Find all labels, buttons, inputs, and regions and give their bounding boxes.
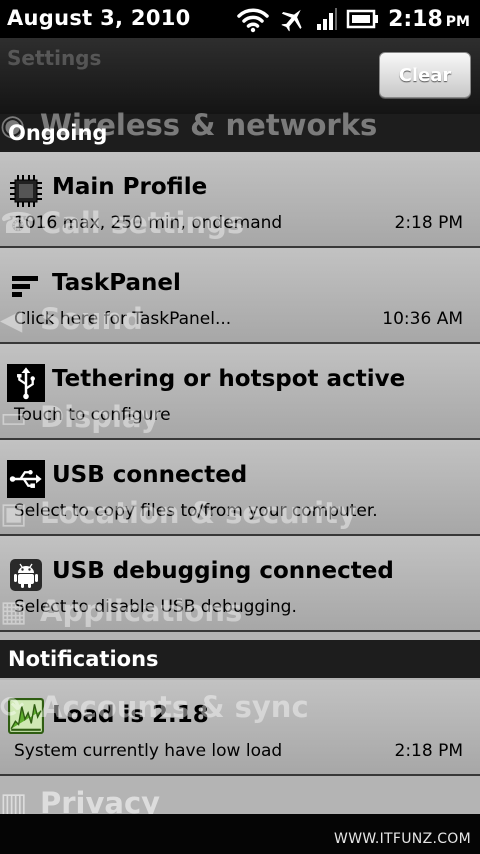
notification-shade: Settings Clear Ongoing Main Profile 1016…: [0, 38, 480, 814]
status-bar[interactable]: August 3, 2010 2:18 PM: [0, 0, 480, 38]
notification-subtitle: Click here for TaskPanel...: [14, 309, 232, 329]
shade-handle[interactable]: WWW.ITFUNZ.COM: [0, 814, 480, 854]
notification-subtitle: 1016 max, 250 min, ondemand: [14, 213, 283, 233]
notification-subtitle: Select to disable USB debugging.: [14, 597, 297, 617]
notification-title: TaskPanel: [52, 270, 181, 296]
ongoing-label: Ongoing: [8, 121, 108, 145]
android-debug-icon: [10, 559, 42, 591]
load-graph-icon: [8, 698, 44, 734]
notification-taskpanel[interactable]: TaskPanel Click here for TaskPanel... 10…: [0, 248, 480, 344]
notification-subtitle: Touch to configure: [14, 405, 171, 425]
notification-title: Load is 2.18: [52, 702, 209, 728]
shade-header: Settings Clear: [0, 38, 480, 114]
notification-title: USB connected: [52, 462, 248, 488]
notification-time: 2:18 PM: [394, 741, 464, 761]
notification-time: 10:36 AM: [382, 309, 463, 329]
usb-icon: [7, 460, 45, 498]
fence-icon: ▥: [0, 786, 28, 814]
wifi-icon: [237, 8, 269, 33]
background-settings-title: Settings: [7, 46, 102, 70]
ongoing-section-header: Ongoing: [0, 114, 480, 152]
notification-title: Main Profile: [52, 174, 208, 200]
taskpanel-icon: [12, 276, 38, 297]
background-item-label: Privacy: [40, 786, 161, 814]
clear-button[interactable]: Clear: [379, 52, 471, 98]
airplane-mode-icon: [281, 9, 302, 32]
signal-icon: [317, 8, 338, 30]
notification-main-profile[interactable]: Main Profile 1016 max, 250 min, ondemand…: [0, 152, 480, 248]
notification-time: 2:18 PM: [394, 213, 464, 233]
notifications-section-header: Notifications: [0, 640, 480, 678]
notification-load[interactable]: Load is 2.18 System currently have low l…: [0, 680, 480, 776]
notification-usb-debugging[interactable]: USB debugging connected Select to disabl…: [0, 536, 480, 632]
status-icons: 2:18 PM: [236, 0, 480, 38]
notification-subtitle: System currently have low load: [14, 741, 283, 761]
notifications-label: Notifications: [8, 647, 159, 671]
notification-title: USB debugging connected: [52, 558, 394, 584]
battery-icon: [346, 9, 379, 29]
status-date: August 3, 2010: [7, 6, 191, 30]
notification-title: Tethering or hotspot active: [52, 366, 406, 392]
notification-tethering[interactable]: Tethering or hotspot active Touch to con…: [0, 344, 480, 440]
watermark: WWW.ITFUNZ.COM: [334, 831, 471, 847]
notification-subtitle: Select to copy files to/from your comput…: [14, 501, 378, 521]
status-clock: 2:18 PM: [388, 6, 470, 32]
notification-usb-connected[interactable]: USB connected Select to copy files to/fr…: [0, 440, 480, 536]
usb-tether-icon: [7, 364, 45, 402]
background-item-privacy: ▥ Privacy: [0, 786, 480, 814]
cpu-chip-icon: [10, 175, 42, 207]
